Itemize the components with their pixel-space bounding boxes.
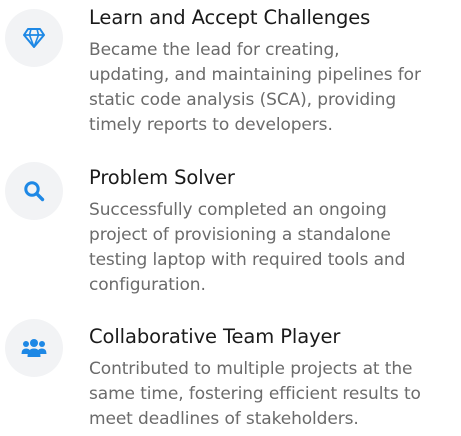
feature-icon-circle bbox=[5, 9, 63, 67]
feature-icon-circle bbox=[5, 162, 63, 220]
feature-description: Successfully completed an ongoing projec… bbox=[89, 198, 457, 298]
description-line: static code analysis (SCA), providing bbox=[89, 90, 397, 110]
description-line: timely reports to developers. bbox=[89, 115, 333, 135]
description-line: Became the lead for creating, bbox=[89, 40, 340, 60]
feature-description: Contributed to multiple projects at the … bbox=[89, 357, 457, 432]
description-line: configuration. bbox=[89, 275, 206, 295]
feature-list: Learn and Accept Challenges Became the l… bbox=[0, 0, 461, 436]
feature-title: Problem Solver bbox=[89, 166, 235, 189]
search-icon bbox=[23, 180, 45, 202]
description-line: same time, fostering efficient results t… bbox=[89, 384, 421, 404]
description-line: project of provisioning a standalone bbox=[89, 225, 391, 245]
description-line: meet deadlines of stakeholders. bbox=[89, 409, 359, 429]
users-icon bbox=[21, 338, 47, 358]
feature-title: Collaborative Team Player bbox=[89, 325, 341, 348]
feature-icon-circle bbox=[5, 319, 63, 377]
description-line: Contributed to multiple projects at the bbox=[89, 359, 413, 379]
diamond-icon bbox=[23, 28, 45, 48]
feature-description: Became the lead for creating, updating, … bbox=[89, 38, 457, 138]
feature-title: Learn and Accept Challenges bbox=[89, 6, 371, 29]
description-line: Successfully completed an ongoing bbox=[89, 200, 387, 220]
description-line: updating, and maintaining pipelines for bbox=[89, 65, 421, 85]
description-line: testing laptop with required tools and bbox=[89, 250, 406, 270]
